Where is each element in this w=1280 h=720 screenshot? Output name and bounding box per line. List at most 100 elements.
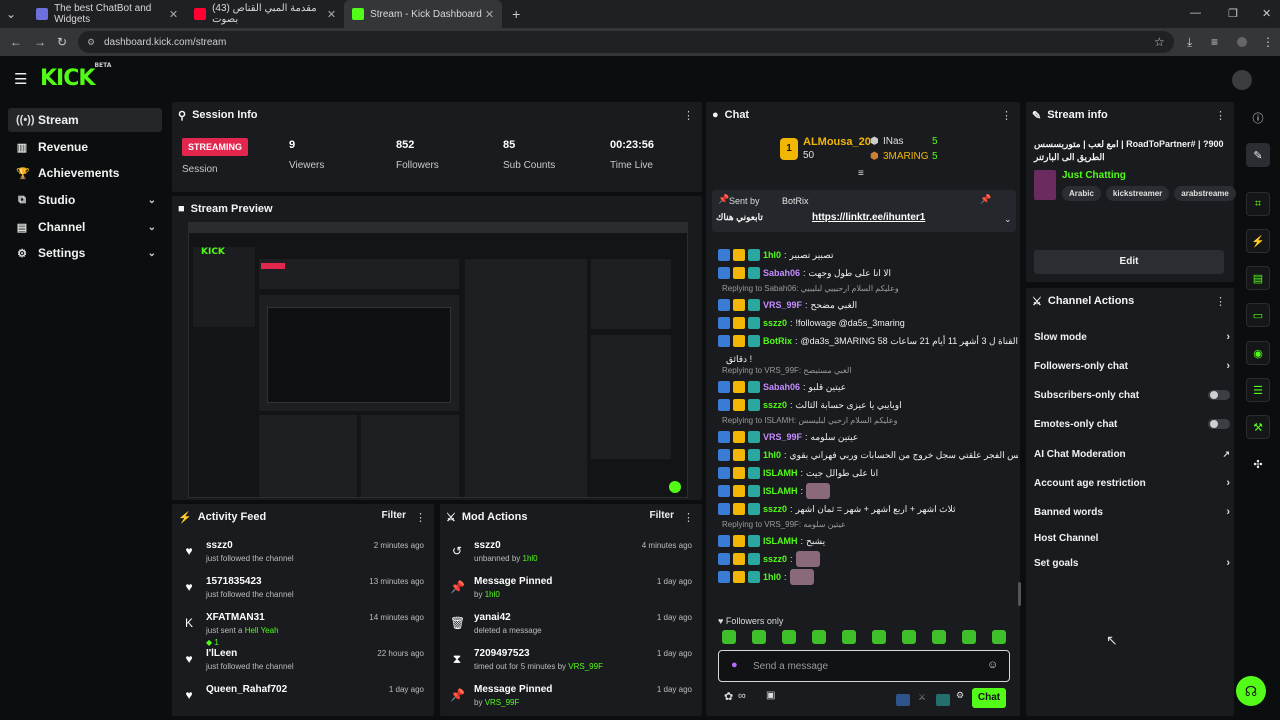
chat-username[interactable]: 1hl0 (763, 572, 781, 582)
sidebar-item-studio[interactable]: ⧉ Studio ⌄ (8, 188, 162, 212)
activity-username[interactable]: sszz0 (206, 540, 233, 551)
window-close-icon[interactable]: ✕ (1262, 7, 1271, 20)
mod-action-item[interactable]: ⧗ 7209497523 timed out for 5 minutes by VR… (446, 648, 696, 682)
tag-pill[interactable]: kickstreamer (1105, 186, 1170, 201)
reply-context[interactable]: Replying to ISLAMH: وعليكم السلام ارحبي … (722, 416, 897, 425)
chevron-right-icon[interactable]: › (1226, 360, 1230, 372)
emote-icon[interactable] (902, 630, 916, 644)
chat-message[interactable]: sszz0: (718, 550, 1018, 568)
channel-action-followers-only-chat[interactable]: Followers-only chat › (1034, 357, 1230, 375)
chat-send-button[interactable]: Chat (972, 688, 1006, 708)
filter-button[interactable]: Filter (382, 510, 406, 521)
pinned-link[interactable]: https://linktr.ee/ihunter1 (812, 212, 925, 223)
activity-item[interactable]: ♥ sszz0 just followed the channel 2 minutes… (178, 540, 428, 574)
close-icon[interactable]: ✕ (169, 8, 178, 21)
emote-icon[interactable] (812, 630, 826, 644)
chat-username[interactable]: Sabah06 (763, 268, 800, 278)
chat-username[interactable]: ISLAMH (763, 468, 798, 478)
filter-button[interactable]: Filter (650, 510, 674, 521)
activity-item[interactable]: ♥ I'lLeen just followed the channel 22 hour… (178, 648, 428, 682)
channel-action-banned-words[interactable]: Banned words › (1034, 503, 1230, 521)
activity-username[interactable]: XFATMAN31 (206, 612, 265, 623)
chevron-down-icon[interactable]: ⌄ (148, 248, 156, 259)
chat-message[interactable]: VRS_99F: الغبي مضحح (718, 296, 1018, 314)
activity-username[interactable]: I'lLeen (206, 648, 237, 659)
bookmark-star-icon[interactable]: ☆ (1154, 35, 1165, 49)
toggle-switch[interactable] (1208, 390, 1230, 400)
chat-username[interactable]: sszz0 (763, 318, 787, 328)
infinity-icon[interactable]: ∞ (738, 690, 746, 702)
chevron-right-icon[interactable]: › (1226, 331, 1230, 343)
new-tab-icon[interactable]: + (512, 6, 520, 22)
list-icon[interactable]: ☰ (1246, 378, 1270, 402)
sidebar-item-stream[interactable]: ((•)) Stream (8, 108, 162, 132)
close-icon[interactable]: ✕ (485, 8, 494, 21)
download-icon[interactable]: ⤓ (1187, 35, 1192, 50)
emote-icon[interactable] (932, 630, 946, 644)
sidebar-item-settings[interactable]: ⚙ Settings ⌄ (8, 241, 162, 265)
chat-username[interactable]: 1hl0 (763, 450, 781, 460)
bolt-icon[interactable]: ⚡ (1246, 229, 1270, 253)
channel-action-set-goals[interactable]: Set goals › (1034, 554, 1230, 572)
kebab-menu-icon[interactable]: ⋮ (683, 511, 694, 524)
chat-username[interactable]: BotRix (763, 336, 792, 346)
reply-context[interactable]: Replying to VRS_99F: عيتين سلومه (722, 520, 846, 529)
sidebar-item-achievements[interactable]: 🏆 Achievements (8, 161, 162, 185)
moderator-name[interactable]: 1hl0 (523, 554, 538, 563)
activity-item[interactable]: ♥ Queen_Rahaf702 1 day ago (178, 684, 428, 716)
chat-message[interactable]: BotRix:@da3s_3MARING 58 يتابع هذه القناة… (718, 332, 1018, 350)
chat-message[interactable]: 1hl0: تصبير تصبير (718, 246, 1018, 264)
minimize-icon[interactable]: — (1190, 7, 1201, 19)
mod-action-item[interactable]: 🗑 yanai42 deleted a message 1 day ago (446, 612, 696, 646)
chat-bubble-icon[interactable]: ▭ (1246, 303, 1270, 327)
chat-message[interactable]: 1hl0: يوه امس الفجر علقتي سجل خروج من الح… (718, 446, 1018, 464)
reload-icon[interactable]: ↻ (57, 35, 67, 49)
emote-icon[interactable] (782, 630, 796, 644)
emote-icon[interactable] (842, 630, 856, 644)
kebab-menu-icon[interactable]: ⋮ (1215, 295, 1226, 308)
avatar[interactable] (1232, 70, 1252, 90)
chevron-right-icon[interactable]: › (1226, 506, 1230, 518)
chat-username[interactable]: 1hl0 (763, 250, 781, 260)
pencil-icon[interactable]: ✎ (1246, 143, 1270, 167)
tag-pill[interactable]: Arabic (1062, 186, 1101, 201)
activity-item[interactable]: K XFATMAN31 just sent a Hell Yeah ◆ 1 14 min… (178, 612, 428, 647)
browser-tab-3[interactable]: Stream - Kick Dashboard ✕ (344, 0, 503, 28)
close-icon[interactable]: ✕ (327, 8, 336, 21)
channel-action-subscribers-only-chat[interactable]: Subscribers-only chat (1034, 386, 1230, 404)
restore-icon[interactable]: ❐ (1228, 7, 1238, 20)
channel-action-slow-mode[interactable]: Slow mode › (1034, 328, 1230, 346)
broadcast-icon[interactable]: ◉ (1246, 341, 1270, 365)
chat-username[interactable]: ISLAMH (763, 486, 798, 496)
microphone-icon[interactable]: ● (731, 659, 738, 671)
chat-username[interactable]: sszz0 (763, 554, 787, 564)
chat-message[interactable]: 1hl0: (718, 568, 1018, 586)
info-icon[interactable]: ⓘ (1246, 106, 1270, 130)
support-button[interactable]: ☊ (1236, 676, 1266, 706)
emote-icon[interactable] (752, 630, 766, 644)
external-link-icon[interactable]: ↗ (1222, 449, 1230, 460)
puzzle-icon[interactable]: ✣ (1246, 452, 1270, 476)
chat-message[interactable]: Sabah06: عيتين قلبو (718, 378, 1018, 396)
moderator-name[interactable]: VRS_99F (485, 698, 520, 707)
chat-username[interactable]: sszz0 (763, 400, 787, 410)
tag-pill[interactable]: arabstreame (1174, 186, 1236, 201)
chat-message[interactable]: ISLAMH: يشبح (718, 532, 1018, 550)
kebab-menu-icon[interactable]: ⋮ (1001, 109, 1012, 122)
collapse-icon[interactable]: ≡ (858, 168, 864, 179)
profile-icon[interactable] (1237, 37, 1247, 47)
mod-action-item[interactable]: ↺ sszz0 unbanned by 1hl0 4 minutes ago (446, 540, 696, 574)
emote-icon[interactable] (962, 630, 976, 644)
chevron-right-icon[interactable]: › (1226, 557, 1230, 569)
edit-button[interactable]: Edit (1034, 250, 1224, 274)
menu-icon[interactable]: ⋮ (1262, 35, 1274, 49)
tab-search-icon[interactable]: ⌄ (6, 7, 16, 21)
media-icon[interactable]: ≡ (1211, 35, 1218, 49)
activity-username[interactable]: 1571835423 (206, 576, 262, 587)
back-icon[interactable]: ← (10, 35, 22, 49)
sidebar-item-revenue[interactable]: ▥ Revenue (8, 135, 162, 159)
chat-message[interactable]: ISLAMH: انا على طوالل جيت (718, 464, 1018, 482)
emoji-icon[interactable]: ☺ (987, 659, 998, 671)
browser-tab-1[interactable]: The best ChatBot and Widgets ✕ (28, 0, 186, 28)
wrench-icon[interactable]: ⚒ (1246, 415, 1270, 439)
